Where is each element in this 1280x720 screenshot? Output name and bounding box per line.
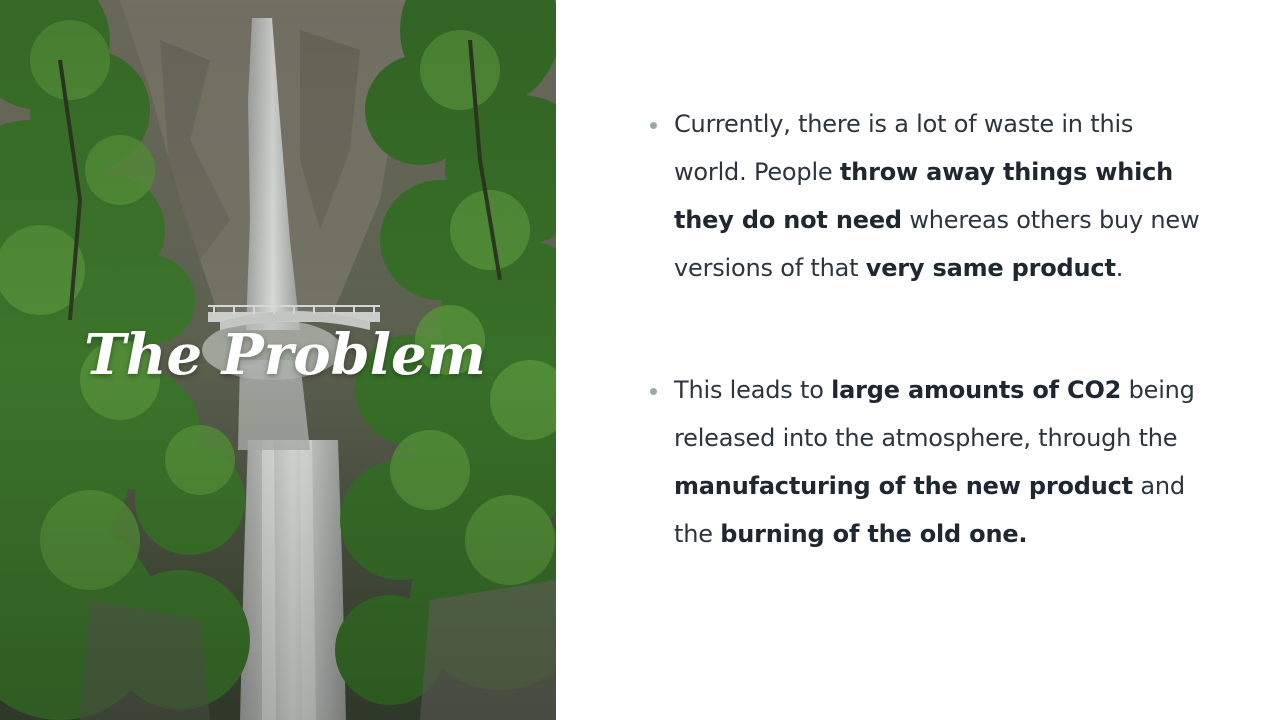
slide-title: The Problem xyxy=(84,322,486,388)
bullet-item: Currently, there is a lot of waste in th… xyxy=(644,100,1204,292)
bullet-text-emphasis: burning of the old one. xyxy=(720,520,1028,548)
bullet-text: . xyxy=(1115,254,1124,282)
bullet-text-emphasis: manufacturing of the new product xyxy=(674,472,1133,500)
bullet-text: This leads to xyxy=(674,376,832,404)
bullet-text-emphasis: large amounts of CO2 xyxy=(831,376,1122,404)
bullet-dot-icon xyxy=(650,388,657,395)
bullet-dot-icon xyxy=(650,122,657,129)
bullet-text-emphasis: very same product xyxy=(865,254,1116,282)
bullet-item: This leads to large amounts of CO2 being… xyxy=(644,366,1204,558)
waterfall-photo: The Problem xyxy=(0,0,556,720)
slide: The Problem Currently, there is a lot of… xyxy=(0,0,1280,720)
bullet-list: Currently, there is a lot of waste in th… xyxy=(644,100,1204,558)
